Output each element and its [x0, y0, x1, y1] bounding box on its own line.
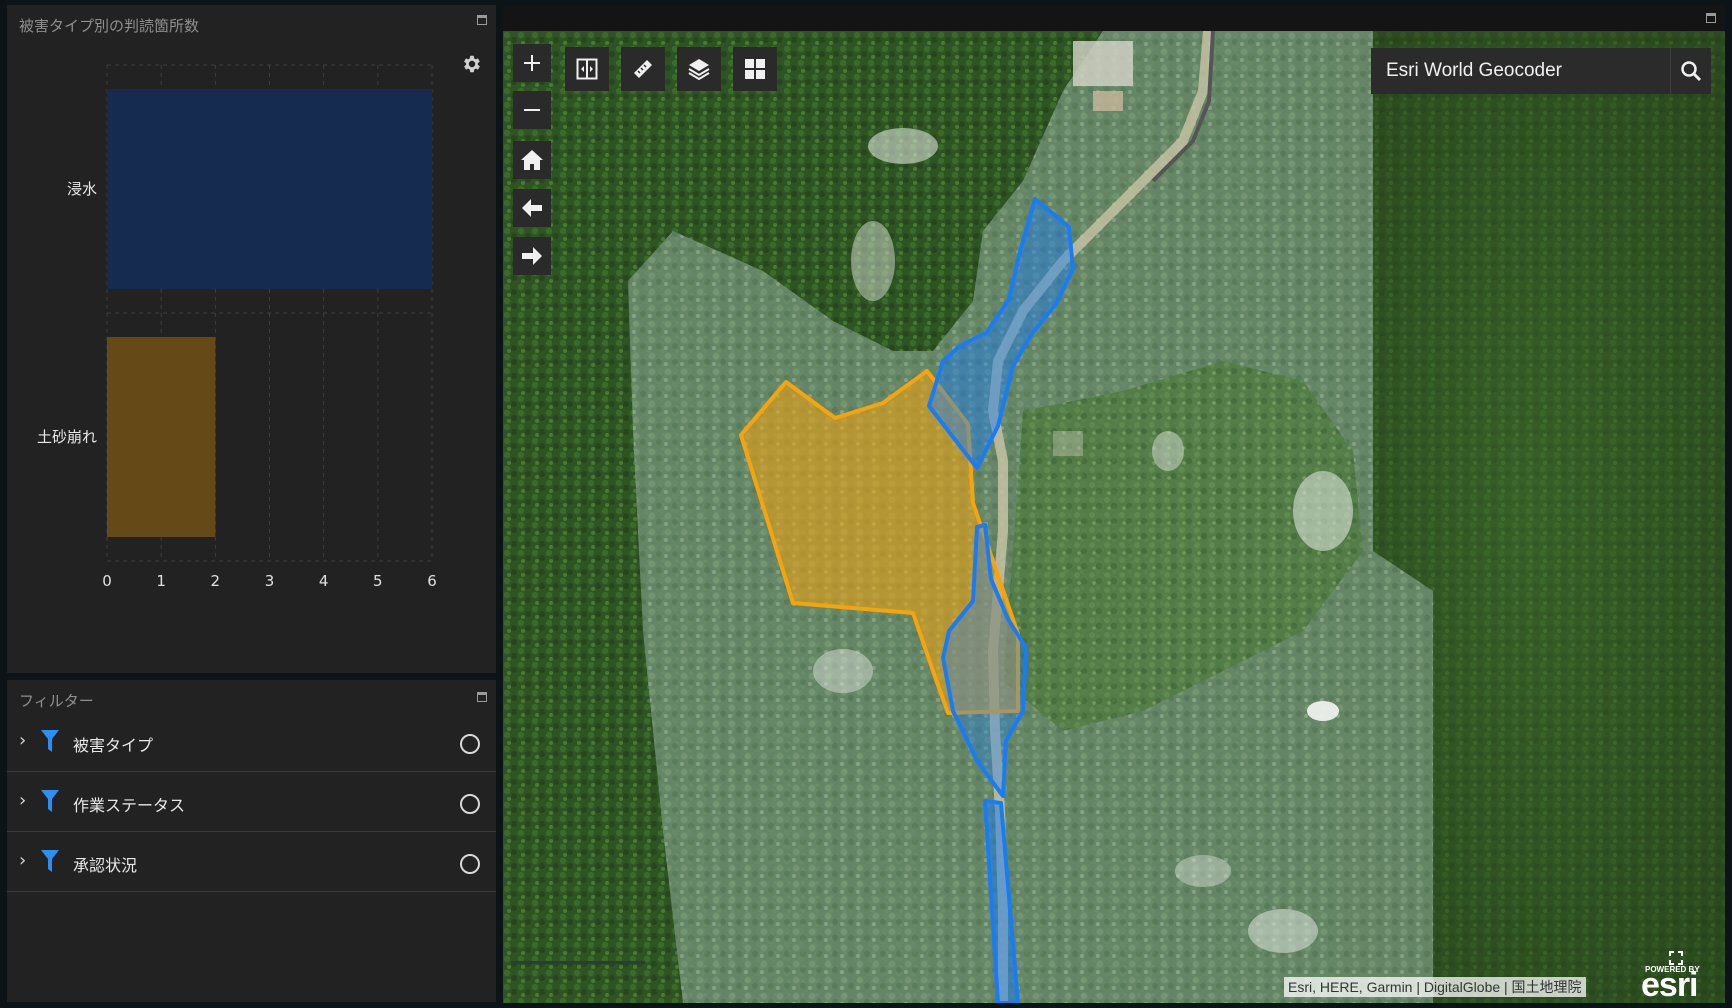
scale-bar [511, 961, 645, 964]
bar-chart: 0 1 2 3 4 5 6 浸水土砂崩れ [37, 64, 437, 590]
map-view[interactable]: Esri, HERE, Garmin | DigitalGlobe | 国土地理… [503, 31, 1725, 1003]
previous-extent-button[interactable] [513, 189, 551, 227]
map-panel: Esri, HERE, Garmin | DigitalGlobe | 国土地理… [503, 5, 1725, 1003]
map-attribution: Esri, HERE, Garmin | DigitalGlobe | 国土地理… [1284, 977, 1586, 997]
split-view-button[interactable] [565, 47, 609, 91]
filter-panel: フィルター › 被害タイプ › 作業ステータス › 承認状況 [7, 680, 496, 1002]
filter-icon [41, 730, 59, 752]
filter-item-work-status[interactable]: › 作業ステータス [7, 772, 496, 832]
category-label: 土砂崩れ [37, 428, 97, 446]
esri-logo: POWERED BY esri [1641, 951, 1717, 1002]
filter-item-label: 承認状況 [73, 856, 138, 875]
search-button[interactable] [1670, 48, 1711, 94]
bar[interactable] [107, 337, 216, 537]
next-extent-icon [522, 247, 542, 265]
basemap-gallery-icon [745, 59, 765, 79]
filter-item-label: 作業ステータス [73, 796, 186, 815]
chevron-right-icon[interactable]: › [19, 790, 26, 811]
filter-toggle[interactable] [460, 794, 480, 814]
x-tick-label: 4 [319, 572, 329, 590]
next-extent-button[interactable] [513, 237, 551, 275]
measure-icon [634, 60, 652, 78]
bar[interactable] [107, 89, 432, 289]
basemap-gallery-button[interactable] [733, 47, 777, 91]
home-icon [521, 150, 543, 170]
zoom-out-button[interactable] [513, 91, 551, 129]
maximize-icon[interactable] [1706, 13, 1716, 23]
x-tick-label: 2 [211, 572, 221, 590]
filter-item-approval-status[interactable]: › 承認状況 [7, 832, 496, 892]
filter-item-damage-type[interactable]: › 被害タイプ [7, 712, 496, 772]
x-tick-label: 3 [265, 572, 275, 590]
x-tick-label: 1 [156, 572, 166, 590]
filter-item-label: 被害タイプ [73, 736, 154, 755]
chart-panel: 被害タイプ別の判読箇所数 0 1 2 3 4 5 6 浸水 土砂崩れ [7, 5, 496, 673]
x-tick-label: 6 [427, 572, 437, 590]
zoom-in-button[interactable] [513, 44, 551, 82]
filter-toggle[interactable] [460, 734, 480, 754]
map-canvas[interactable] [503, 31, 1725, 1003]
chevron-right-icon[interactable]: › [19, 730, 26, 751]
fullscreen-icon[interactable] [1669, 951, 1683, 965]
x-tick-label: 5 [373, 572, 383, 590]
maximize-icon[interactable] [477, 15, 487, 25]
layers-icon [688, 59, 710, 81]
previous-extent-icon [522, 199, 542, 217]
esri-logo-text: esri [1641, 966, 1698, 1003]
search-icon [1681, 61, 1702, 82]
x-tick-label: 0 [102, 572, 112, 590]
search-box [1371, 48, 1711, 94]
zoom-in-icon [524, 55, 540, 71]
home-button[interactable] [513, 141, 551, 179]
measure-button[interactable] [621, 47, 665, 91]
category-label: 浸水 [67, 180, 97, 198]
filter-icon [41, 850, 59, 872]
filter-panel-title: フィルター [19, 692, 94, 710]
layers-button[interactable] [677, 47, 721, 91]
filter-toggle[interactable] [460, 854, 480, 874]
maximize-icon[interactable] [477, 692, 487, 702]
search-input[interactable] [1371, 48, 1669, 94]
zoom-out-icon [524, 109, 540, 111]
chevron-right-icon[interactable]: › [19, 850, 26, 871]
split-view-icon [576, 58, 598, 80]
filter-icon [41, 790, 59, 812]
